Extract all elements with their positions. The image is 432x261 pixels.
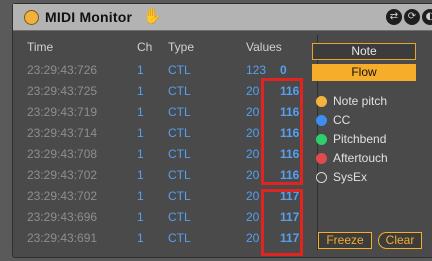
cell-ch: 1 [137,189,144,203]
cell-type: CTL [168,231,191,245]
cell-type: CTL [168,210,191,224]
cc-dot-icon [316,115,327,126]
freeze-button[interactable]: Freeze [318,232,372,249]
note-pitch-dot-icon [316,96,327,107]
swap-icon[interactable]: ⇄ [386,9,402,25]
cell-time: 23:29:43:702 [27,168,98,182]
cell-ch: 1 [137,63,144,77]
refresh-icon[interactable]: ⟳ [404,9,420,25]
cell-ch: 1 [137,168,144,182]
col-header-type: Type [168,40,195,54]
cell-type: CTL [168,84,191,98]
cell-ch: 1 [137,105,144,119]
cell-value1: 20 [246,189,260,203]
cell-ch: 1 [137,126,144,140]
cell-value1: 20 [246,168,260,182]
cell-time: 23:29:43:691 [27,231,98,245]
options-icon[interactable]: ◐ [422,9,432,25]
col-header-time: Time [27,40,54,54]
cell-value1: 20 [246,147,260,161]
cell-value1: 20 [246,231,260,245]
cell-ch: 1 [137,147,144,161]
cell-type: CTL [168,63,191,77]
side-panel: Note Flow Note pitch CC Pitchbend Aftert… [306,38,422,252]
cell-ch: 1 [137,231,144,245]
device-power-toggle[interactable] [24,10,39,25]
cell-value2: 0 [280,63,287,77]
note-mode-button[interactable]: Note [312,43,416,60]
cell-time: 23:29:43:725 [27,84,98,98]
col-header-values: Values [246,40,282,54]
cell-value1: 20 [246,84,260,98]
pitchbend-dot-icon [316,134,327,145]
aftertouch-dot-icon [316,153,327,164]
cell-time: 23:29:43:719 [27,105,98,119]
cell-value1: 20 [246,210,260,224]
cell-type: CTL [168,189,191,203]
cell-value1: 123 [246,63,267,77]
cell-time: 23:29:43:708 [27,147,98,161]
cell-type: CTL [168,105,191,119]
cell-value1: 20 [246,126,260,140]
device-title: MIDI Monitor [45,9,133,25]
highlight-box-117 [261,189,303,256]
cell-value1: 20 [246,105,260,119]
cell-time: 23:29:43:702 [27,189,98,203]
flow-mode-button[interactable]: Flow [312,64,416,81]
highlight-box-116 [261,78,303,185]
cell-time: 23:29:43:726 [27,63,98,77]
cell-type: CTL [168,168,191,182]
col-header-ch: Ch [137,40,153,54]
cell-ch: 1 [137,210,144,224]
cell-ch: 1 [137,84,144,98]
cell-type: CTL [168,126,191,140]
clear-button[interactable]: Clear [378,232,422,249]
sysex-dot-icon [316,172,327,183]
cell-type: CTL [168,147,191,161]
cell-time: 23:29:43:696 [27,210,98,224]
hand-icon: ✋ [143,8,162,25]
cell-time: 23:29:43:714 [27,126,98,140]
title-bar: MIDI Monitor ✋ ⇄ ⟳ ◐ [13,4,432,31]
